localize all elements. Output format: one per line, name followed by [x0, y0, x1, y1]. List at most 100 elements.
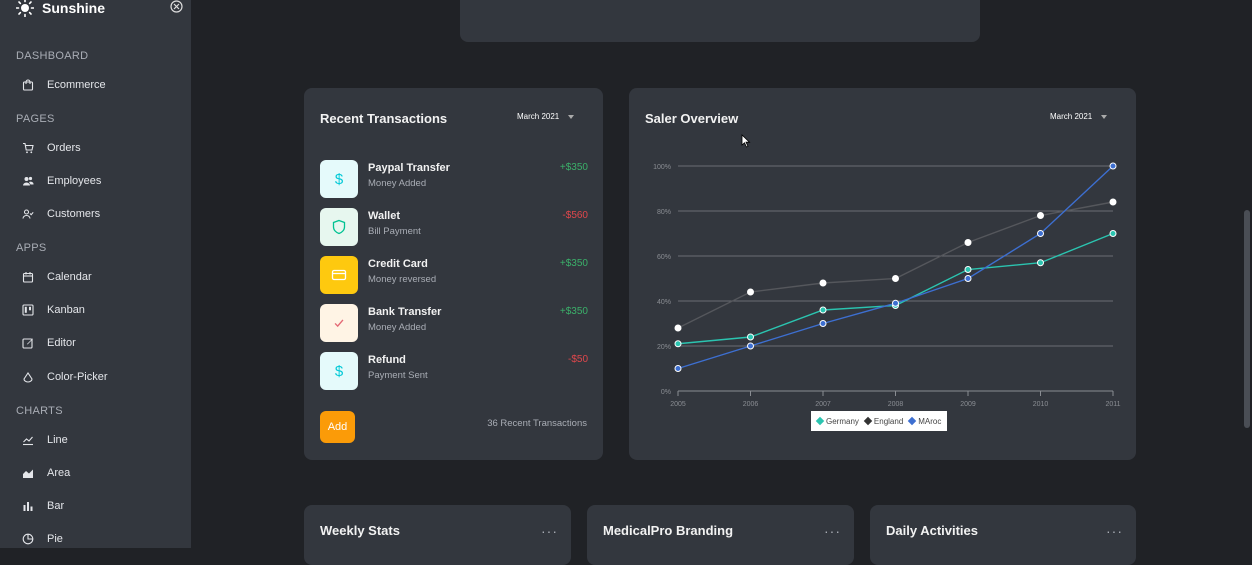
sidebar-item-label: Kanban — [47, 304, 85, 316]
card-title: Weekly Stats — [320, 523, 400, 538]
sidebar-item-area[interactable]: Area — [22, 463, 70, 483]
month-select[interactable]: March 2021 — [517, 112, 575, 121]
more-options-icon[interactable]: ··· — [824, 523, 841, 539]
transaction-amount: -$560 — [562, 210, 588, 221]
color-picker-icon — [23, 372, 33, 383]
legend-item-germany[interactable]: Germany — [815, 416, 859, 426]
chevron-down-icon — [568, 114, 575, 119]
y-tick-label: 20% — [657, 344, 671, 351]
transaction-item[interactable]: $ Paypal Transfer Money Added +$350 — [320, 160, 588, 198]
sidebar-item-calendar[interactable]: Calendar — [22, 267, 92, 287]
x-tick-label: 2006 — [743, 401, 759, 408]
section-charts: CHARTS — [16, 405, 63, 417]
legend-label: England — [873, 416, 904, 426]
sidebar-item-customers[interactable]: Customers — [22, 204, 100, 224]
transaction-name: Paypal Transfer — [368, 162, 450, 174]
check-icon — [320, 304, 358, 342]
add-button[interactable]: Add — [320, 411, 355, 443]
month-select-value: March 2021 — [517, 112, 560, 121]
shield-icon — [320, 208, 358, 246]
sidebar-item-label: Pie — [47, 533, 63, 545]
section-dashboard: DASHBOARD — [16, 50, 89, 62]
y-tick-label: 80% — [657, 209, 671, 216]
sidebar-item-employees[interactable]: Employees — [22, 171, 101, 191]
transaction-desc: Money Added — [368, 178, 427, 189]
transaction-name: Credit Card — [368, 258, 428, 270]
cart-icon — [23, 142, 34, 154]
data-point-england — [1037, 212, 1044, 219]
sidebar-item-label: Orders — [47, 142, 81, 154]
pie-chart-icon — [22, 533, 34, 545]
x-tick-label: 2008 — [888, 401, 904, 408]
transaction-item[interactable]: Wallet Bill Payment -$560 — [320, 208, 588, 246]
shopping-bag-icon — [22, 79, 34, 91]
sidebar-item-label: Area — [47, 467, 71, 479]
sales-overview-card: Saler Overview March 2021 0% 20% 40% 60% 80%… — [629, 88, 1136, 460]
transaction-item[interactable]: $ Refund Payment Sent -$50 — [320, 352, 588, 390]
sidebar-item-kanban[interactable]: Kanban — [22, 300, 85, 320]
transaction-desc: Money reversed — [368, 274, 437, 285]
users-icon — [23, 176, 34, 186]
top-card — [460, 0, 980, 42]
transaction-name: Bank Transfer — [368, 306, 442, 318]
data-point-england — [1109, 198, 1117, 206]
sidebar-item-orders[interactable]: Orders — [22, 138, 81, 158]
transaction-amount: +$350 — [559, 162, 588, 173]
transactions-count: 36 Recent Transactions — [487, 418, 587, 429]
transaction-item[interactable]: Credit Card Money reversed +$350 — [320, 256, 588, 294]
series-line-england — [677, 201, 1114, 329]
page-scrollbar[interactable] — [1244, 210, 1250, 428]
data-point-maroc — [819, 320, 827, 327]
legend-label: MAroc — [918, 416, 942, 426]
dollar-icon: $ — [320, 352, 358, 390]
sidebar-item-label: Line — [47, 434, 68, 446]
sidebar-item-label: Employees — [47, 175, 102, 187]
data-point-england — [674, 324, 682, 332]
sidebar-item-color-picker[interactable]: Color-Picker — [22, 367, 108, 387]
weekly-stats-card: Weekly Stats ··· — [304, 505, 571, 565]
transaction-amount: +$350 — [559, 258, 588, 269]
legend-label: Germany — [826, 416, 859, 426]
legend-item-england[interactable]: England — [863, 416, 904, 426]
sidebar: Sunshine DASHBOARD Ecommerce PAGES Order… — [0, 0, 191, 548]
medicalpro-branding-card: MedicalPro Branding ··· — [587, 505, 854, 565]
close-sidebar-icon[interactable] — [170, 0, 183, 13]
sidebar-item-editor[interactable]: Editor — [22, 333, 76, 353]
legend-marker — [815, 416, 825, 426]
kanban-icon — [22, 304, 34, 316]
data-point-england — [964, 239, 972, 246]
legend-item-maroc[interactable]: MAroc — [908, 416, 942, 426]
recent-transactions-card: Recent Transactions March 2021 $ Paypal … — [304, 88, 603, 460]
x-tick-label: 2005 — [670, 401, 686, 408]
brand[interactable]: Sunshine — [16, 0, 105, 18]
mouse-cursor-icon — [741, 134, 751, 148]
data-point-england — [747, 288, 754, 296]
transaction-item[interactable]: Bank Transfer Money Added +$350 — [320, 304, 588, 342]
legend-marker — [908, 416, 917, 426]
data-point-germany — [1109, 230, 1117, 237]
data-point-maroc — [892, 299, 899, 307]
data-point-maroc — [1037, 230, 1044, 237]
transaction-desc: Money Added — [368, 322, 427, 333]
data-point-germany — [1037, 259, 1044, 267]
dollar-icon: $ — [320, 160, 358, 198]
data-point-germany — [964, 266, 972, 273]
area-chart-icon — [23, 469, 33, 478]
daily-activities-card: Daily Activities ··· — [870, 505, 1136, 565]
transaction-desc: Payment Sent — [368, 370, 428, 381]
x-tick-label: 2007 — [815, 401, 831, 408]
data-point-germany — [819, 306, 827, 314]
section-apps: APPS — [16, 242, 47, 254]
transaction-amount: +$350 — [559, 306, 588, 317]
sidebar-item-pie[interactable]: Pie — [22, 529, 63, 549]
sidebar-item-ecommerce[interactable]: Ecommerce — [22, 75, 106, 95]
card-title: Daily Activities — [886, 523, 979, 538]
sidebar-item-line[interactable]: Line — [22, 430, 68, 450]
more-options-icon[interactable]: ··· — [541, 523, 558, 539]
more-options-icon[interactable]: ··· — [1106, 523, 1123, 539]
sidebar-item-bar[interactable]: Bar — [22, 496, 64, 516]
sidebar-item-label: Color-Picker — [47, 371, 108, 383]
transaction-name: Wallet — [368, 210, 400, 222]
brand-name: Sunshine — [42, 0, 106, 16]
data-point-england — [892, 275, 899, 282]
